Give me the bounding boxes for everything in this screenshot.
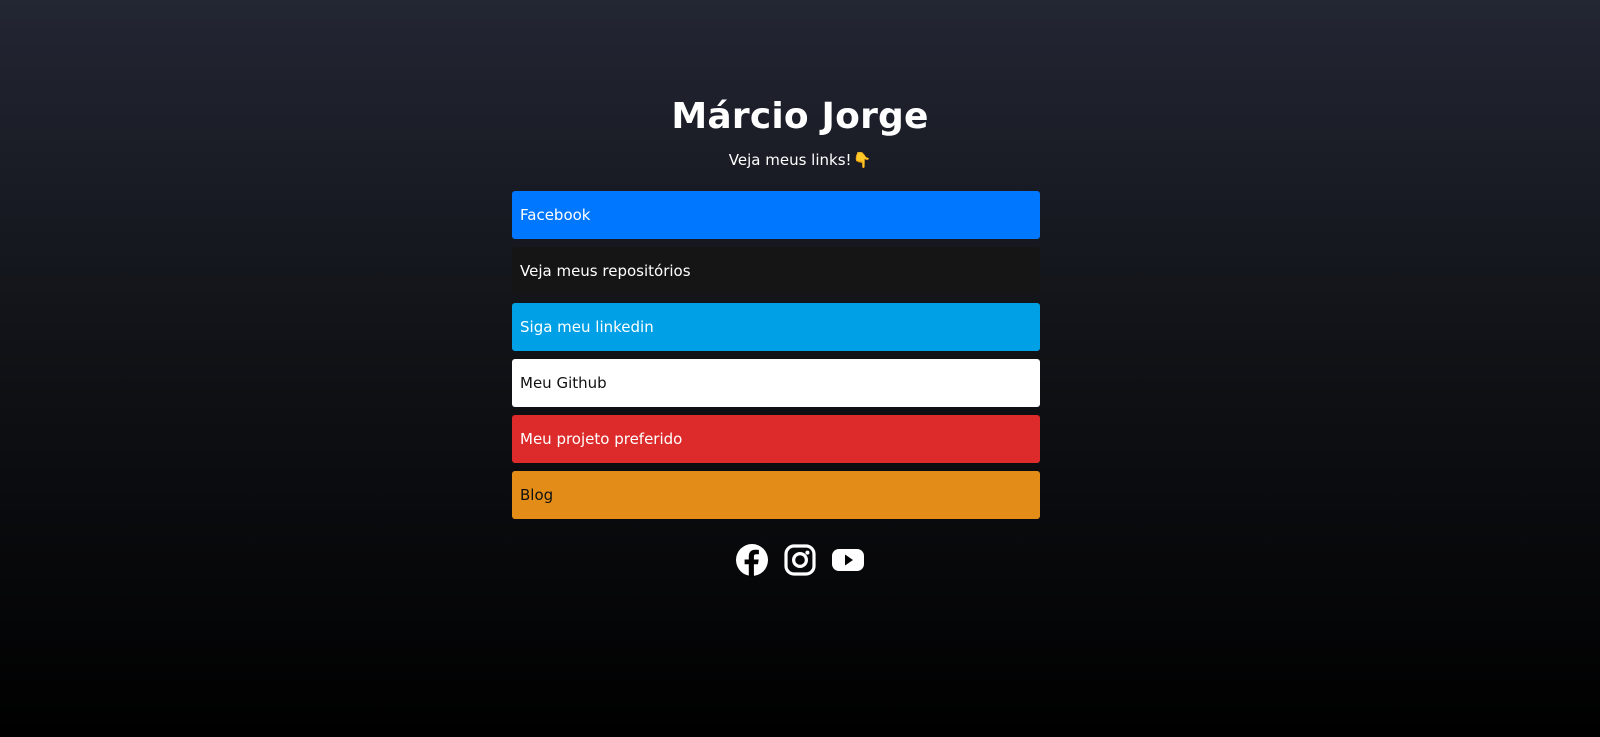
page-title: Márcio Jorge <box>671 96 929 137</box>
github-link-button[interactable]: Meu Github <box>512 359 1040 407</box>
facebook-icon[interactable] <box>735 543 769 577</box>
social-icons <box>0 543 1600 577</box>
instagram-icon[interactable] <box>783 543 817 577</box>
subtitle: Veja meus links!👇 <box>0 150 1600 170</box>
youtube-icon[interactable] <box>831 543 865 577</box>
blog-link-button[interactable]: Blog <box>512 471 1040 519</box>
facebook-link-button[interactable]: Facebook <box>512 191 1040 239</box>
favorite-project-link-button[interactable]: Meu projeto preferido <box>512 415 1040 463</box>
profile-header: Márcio Jorge Veja meus links!👇 <box>0 92 1600 170</box>
linkedin-link-button[interactable]: Siga meu linkedin <box>512 303 1040 351</box>
links-list: Facebook Veja meus repositórios Siga meu… <box>512 191 1040 527</box>
repositories-link-button[interactable]: Veja meus repositórios <box>512 247 1040 295</box>
pointing-down-emoji-icon: 👇 <box>852 151 872 169</box>
subtitle-text: Veja meus links! <box>728 151 852 169</box>
link-page: Márcio Jorge Veja meus links!👇 Facebook … <box>0 0 1600 737</box>
